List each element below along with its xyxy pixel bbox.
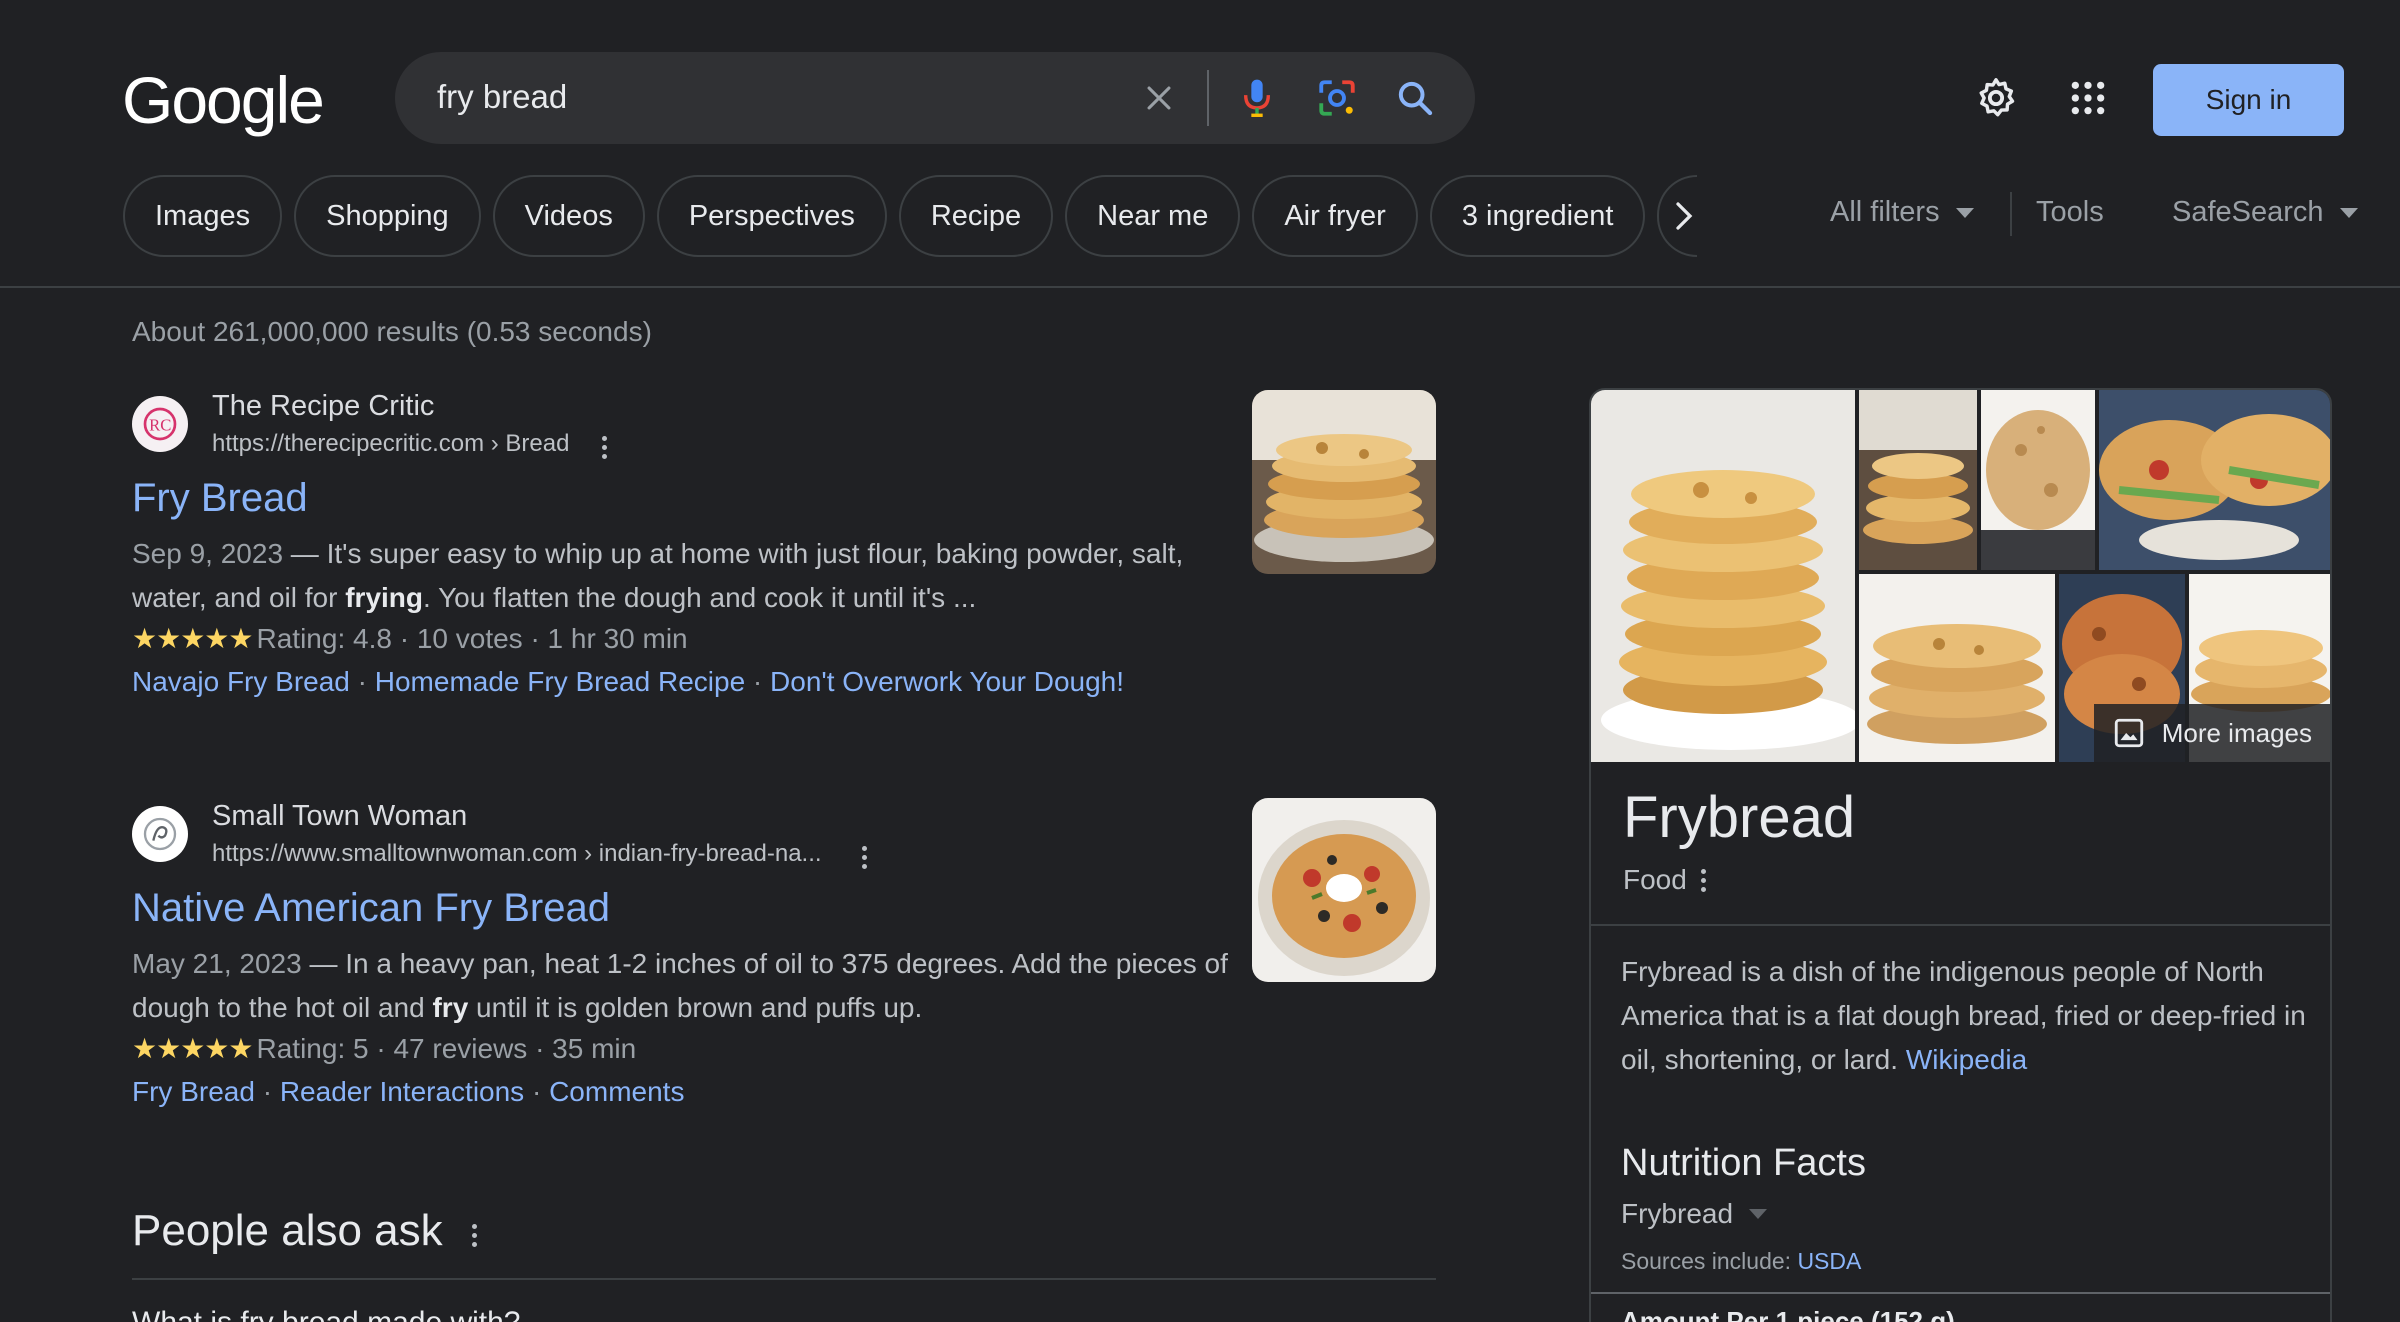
- more-options-icon[interactable]: [1700, 868, 1706, 892]
- caret-down-icon: [1955, 207, 1974, 218]
- sitelink[interactable]: Fry Bread: [132, 1076, 255, 1107]
- more-options-icon[interactable]: [862, 846, 867, 869]
- search-input[interactable]: fry bread: [437, 78, 567, 116]
- site-name[interactable]: Small Town Woman: [212, 800, 467, 833]
- caret-down-icon: [1749, 1209, 1768, 1219]
- knowledge-panel: More images Frybread Food Frybread is a …: [1589, 388, 2332, 1322]
- filter-divider: [2010, 192, 2012, 236]
- chip-shopping[interactable]: Shopping: [294, 175, 481, 257]
- result-title[interactable]: Fry Bread: [132, 476, 308, 521]
- usda-link[interactable]: USDA: [1797, 1248, 1861, 1274]
- sitelink[interactable]: Homemade Fry Bread Recipe: [375, 666, 745, 697]
- result-thumbnail[interactable]: [1252, 390, 1436, 574]
- sitelink[interactable]: Don't Overwork Your Dough!: [770, 666, 1124, 697]
- kp-image-main[interactable]: [1591, 390, 1855, 762]
- result-date: Sep 9, 2023: [132, 538, 284, 569]
- site-favicon-icon[interactable]: RC: [132, 396, 188, 452]
- google-logo[interactable]: Google: [122, 62, 325, 138]
- safesearch-label: SafeSearch: [2172, 196, 2324, 228]
- search-result: RC The Recipe Critic https://therecipecr…: [132, 390, 1436, 720]
- header: Google fry bread Sign in Images Shopping…: [0, 0, 2400, 288]
- site-name[interactable]: The Recipe Critic: [212, 390, 434, 423]
- chip-perspectives[interactable]: Perspectives: [656, 175, 887, 257]
- safesearch-button[interactable]: SafeSearch: [2172, 196, 2358, 229]
- sign-in-button[interactable]: Sign in: [2153, 64, 2344, 136]
- nutrition-food-select[interactable]: Frybread: [1621, 1198, 1768, 1230]
- chip-air-fryer[interactable]: Air fryer: [1252, 175, 1418, 257]
- site-favicon-icon[interactable]: [132, 806, 188, 862]
- sitelinks: Navajo Fry Bread · Homemade Fry Bread Re…: [132, 666, 1125, 697]
- star-rating-icon: ★★★★★: [132, 1033, 254, 1064]
- search-result: Small Town Woman https://www.smalltownwo…: [132, 798, 1436, 1130]
- divider: [1591, 924, 2330, 926]
- people-also-ask-title: People also ask: [132, 1206, 443, 1255]
- divider: [132, 1278, 1436, 1280]
- svg-text:RC: RC: [149, 416, 171, 435]
- nutrition-sources: Sources include: USDA: [1621, 1248, 1862, 1274]
- result-snippet: May 21, 2023 — In a heavy pan, heat 1-2 …: [132, 948, 1228, 1023]
- search-icon[interactable]: [1391, 74, 1439, 122]
- kp-image[interactable]: [1981, 390, 2095, 570]
- site-url[interactable]: https://therecipecritic.com › Bread: [212, 430, 569, 458]
- caret-down-icon: [2339, 207, 2358, 218]
- tools-label: Tools: [2036, 196, 2104, 228]
- chip-recipe[interactable]: Recipe: [898, 175, 1054, 257]
- paa-question[interactable]: What is fry bread made with?: [132, 1306, 521, 1322]
- clear-icon[interactable]: [1135, 74, 1183, 122]
- kp-title: Frybread: [1623, 785, 1856, 850]
- nutrition-facts-title: Nutrition Facts: [1621, 1142, 1866, 1184]
- chip-videos[interactable]: Videos: [492, 175, 645, 257]
- result-snippet: Sep 9, 2023 — It's super easy to whip up…: [132, 538, 1184, 613]
- more-images-button[interactable]: More images: [2093, 704, 2330, 762]
- more-options-icon[interactable]: [472, 1224, 477, 1247]
- kp-image[interactable]: [1859, 390, 1977, 570]
- kp-description: Frybread is a dish of the indigenous peo…: [1621, 956, 2306, 1075]
- more-options-icon[interactable]: [602, 436, 607, 459]
- wikipedia-link[interactable]: Wikipedia: [1906, 1044, 2027, 1075]
- result-date: May 21, 2023: [132, 948, 302, 979]
- search-box[interactable]: fry bread: [395, 52, 1475, 144]
- sitelinks: Fry Bread · Reader Interactions · Commen…: [132, 1076, 685, 1107]
- sitelink[interactable]: Reader Interactions: [280, 1076, 524, 1107]
- star-rating-icon: ★★★★★: [132, 623, 254, 654]
- rating-line: ★★★★★ Rating: 5 · 47 reviews · 35 min: [132, 1032, 636, 1065]
- more-images-label: More images: [2161, 717, 2312, 748]
- all-filters-label: All filters: [1830, 196, 1940, 228]
- image-icon: [2114, 718, 2143, 748]
- kp-image[interactable]: [2099, 390, 2330, 570]
- microphone-icon[interactable]: [1233, 74, 1281, 122]
- search-divider: [1207, 70, 1209, 126]
- filter-chips: Images Shopping Videos Perspectives Reci…: [123, 175, 1698, 257]
- result-thumbnail[interactable]: [1252, 798, 1436, 982]
- site-url[interactable]: https://www.smalltownwoman.com › indian-…: [212, 840, 822, 868]
- rating-line: ★★★★★ Rating: 4.8 · 10 votes · 1 hr 30 m…: [132, 622, 688, 655]
- rating-text: Rating: 5 · 47 reviews · 35 min: [256, 1032, 637, 1064]
- sitelink[interactable]: Navajo Fry Bread: [132, 666, 350, 697]
- chip-near-me[interactable]: Near me: [1065, 175, 1241, 257]
- kp-image[interactable]: [1859, 574, 2055, 762]
- lens-icon[interactable]: [1313, 74, 1361, 122]
- kp-subtitle: Food: [1623, 864, 1706, 896]
- rating-text: Rating: 4.8 · 10 votes · 1 hr 30 min: [256, 622, 688, 654]
- settings-gear-icon[interactable]: [1970, 72, 2022, 124]
- chip-images[interactable]: Images: [123, 175, 283, 257]
- sitelink[interactable]: Comments: [549, 1076, 684, 1107]
- apps-grid-icon[interactable]: [2062, 72, 2114, 124]
- tools-button[interactable]: Tools: [2036, 196, 2104, 229]
- all-filters-button[interactable]: All filters: [1830, 196, 1974, 229]
- divider: [1591, 1292, 2330, 1294]
- result-title[interactable]: Native American Fry Bread: [132, 886, 610, 931]
- chevron-right-icon[interactable]: [1660, 196, 1708, 236]
- result-stats: About 261,000,000 results (0.53 seconds): [132, 316, 652, 347]
- nutrition-amount[interactable]: Amount Per 1 piece (152 g): [1621, 1306, 1955, 1322]
- chip-3-ingredient[interactable]: 3 ingredient: [1429, 175, 1646, 257]
